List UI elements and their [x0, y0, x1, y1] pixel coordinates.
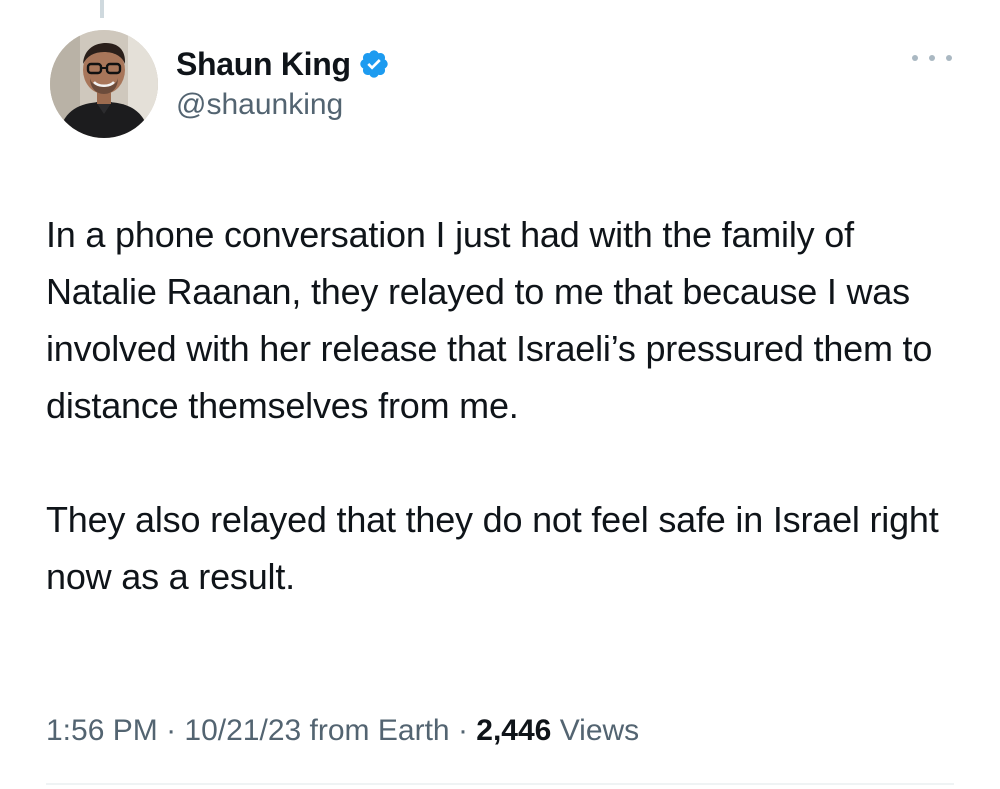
tweet-text: In a phone conversation I just had with …	[46, 206, 946, 605]
avatar-photo-icon	[50, 30, 158, 138]
tweet-paragraph: They also relayed that they do not feel …	[46, 499, 939, 597]
tweet-date[interactable]: 10/21/23	[184, 714, 301, 747]
views-label: Views	[559, 714, 640, 747]
meta-separator: ·	[457, 714, 468, 747]
tweet-paragraph: In a phone conversation I just had with …	[46, 214, 933, 426]
display-name[interactable]: Shaun King	[176, 46, 351, 83]
author-handle[interactable]: @shaunking	[176, 88, 390, 122]
more-dot	[946, 55, 952, 61]
more-options-icon[interactable]	[912, 52, 952, 64]
divider	[46, 783, 954, 785]
tweet-time[interactable]: 1:56 PM	[46, 714, 158, 747]
thread-connector-line	[100, 0, 104, 18]
author-info: Shaun King @shaunking	[176, 44, 390, 122]
avatar[interactable]	[50, 30, 158, 138]
tweet-header: Shaun King @shaunking	[50, 30, 960, 140]
tweet-meta: 1:56 PM · 10/21/23 from Earth · 2,446 Vi…	[46, 714, 639, 748]
views-count[interactable]: 2,446	[476, 714, 551, 747]
more-dot	[912, 55, 918, 61]
meta-separator: ·	[166, 714, 177, 747]
name-row: Shaun King	[176, 44, 390, 84]
more-dot	[929, 55, 935, 61]
verified-badge-icon	[358, 48, 390, 80]
tweet-source: from Earth	[309, 714, 450, 747]
